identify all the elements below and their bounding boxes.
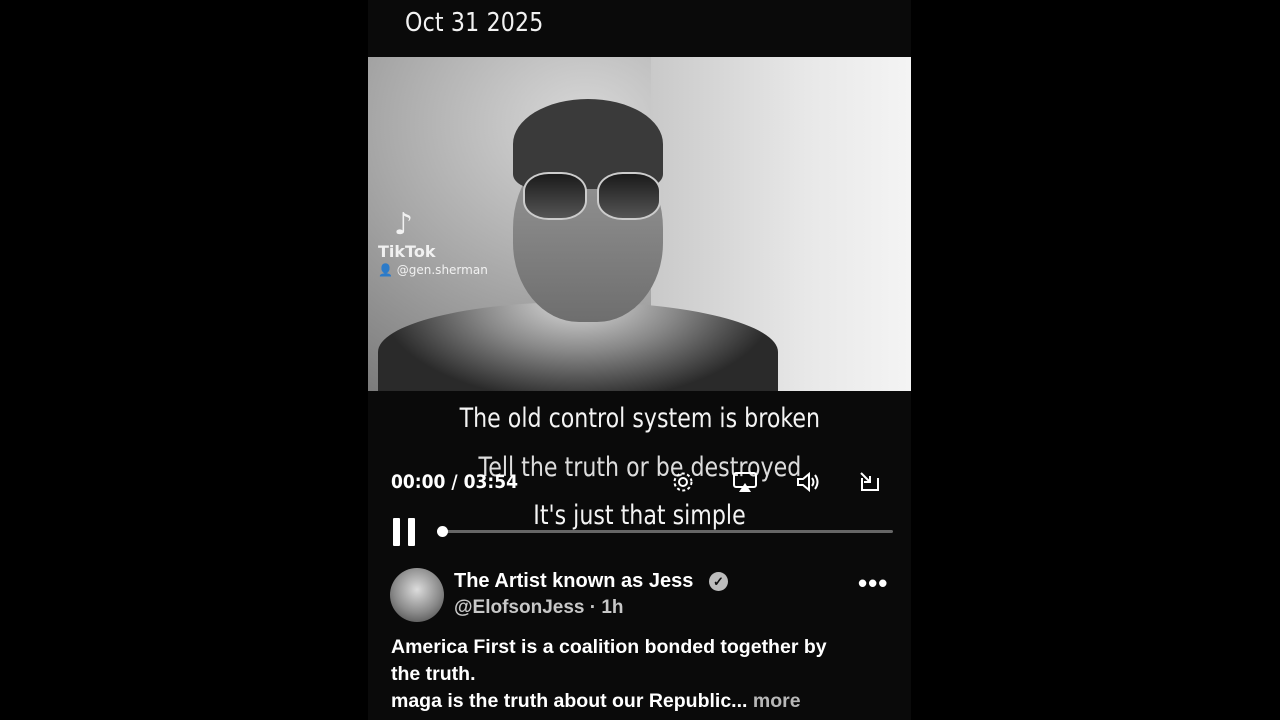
more-options-icon[interactable]: •••: [858, 568, 888, 599]
post-date: Oct 31 2025: [405, 8, 544, 38]
playback-time: 00:00 / 03:54: [391, 471, 519, 493]
avatar[interactable]: [390, 568, 444, 622]
progress-scrubber[interactable]: [437, 526, 448, 537]
tiktok-watermark: ♪ TikTok 👤 @gen.sherman: [378, 207, 488, 277]
video-frame[interactable]: ♪ TikTok 👤 @gen.sherman: [368, 57, 911, 391]
tiktok-handle: 👤 @gen.sherman: [378, 263, 488, 277]
progress-bar[interactable]: [441, 530, 893, 533]
tiktok-brand: TikTok: [378, 242, 436, 261]
post-text-line-3: maga is the truth about our Republic... …: [391, 690, 801, 712]
post-text-line-1: America First is a coalition bonded toge…: [391, 636, 827, 658]
tiktok-icon: ♪: [394, 207, 414, 242]
pause-icon[interactable]: [393, 518, 417, 546]
author-name[interactable]: The Artist known as Jess: [454, 570, 693, 593]
volume-icon[interactable]: [794, 470, 822, 496]
author-handle[interactable]: @ElofsonJess · 1h: [454, 597, 624, 619]
gear-icon[interactable]: [669, 470, 697, 496]
caption-line-3: It's just that simple: [533, 500, 746, 531]
user-icon: 👤: [378, 263, 397, 277]
more-link[interactable]: more: [753, 690, 801, 712]
verified-badge-icon: ✓: [709, 572, 728, 591]
caption-line-1: The old control system is broken: [459, 403, 820, 434]
post-text: America First is a coalition bonded toge…: [391, 634, 891, 715]
airplay-icon[interactable]: [731, 470, 759, 496]
video-subject-glasses: [523, 172, 663, 220]
post-text-line-2: the truth.: [391, 663, 476, 685]
exit-fullscreen-icon[interactable]: [856, 470, 884, 496]
